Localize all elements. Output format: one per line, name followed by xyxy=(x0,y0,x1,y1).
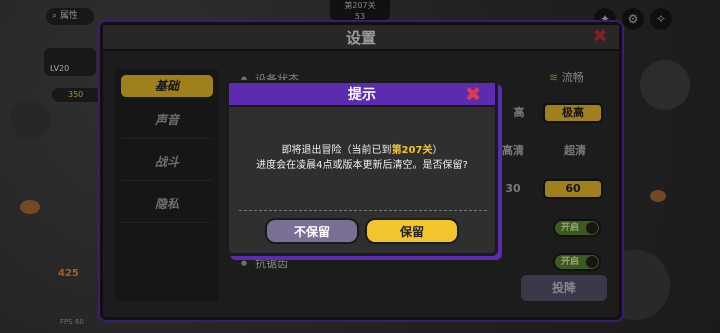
dialog-line-1-prefix: 即将退出冒险（当前已到 xyxy=(281,145,392,156)
dialog-title: 提示 xyxy=(229,83,495,107)
dialog-line-2: 进度会在凌晨4点或版本更新后清空。是否保留? xyxy=(256,160,468,171)
dialog-level-highlight: 第207关 xyxy=(391,145,433,156)
discard-button[interactable]: 不保留 xyxy=(265,218,359,244)
dialog-message: 即将退出冒险（当前已到第207关） 进度会在凌晨4点或版本更新后清空。是否保留? xyxy=(235,113,489,209)
keep-button[interactable]: 保留 xyxy=(365,218,459,244)
dialog-divider xyxy=(239,210,487,211)
dialog-line-1: 即将退出冒险（当前已到第207关） xyxy=(235,143,489,158)
confirm-dialog: 提示 ✖ 即将退出冒险（当前已到第207关） 进度会在凌晨4点或版本更新后清空。… xyxy=(226,80,498,256)
close-icon[interactable]: ✖ xyxy=(463,84,483,104)
dialog-line-1-suffix: ） xyxy=(432,145,443,156)
